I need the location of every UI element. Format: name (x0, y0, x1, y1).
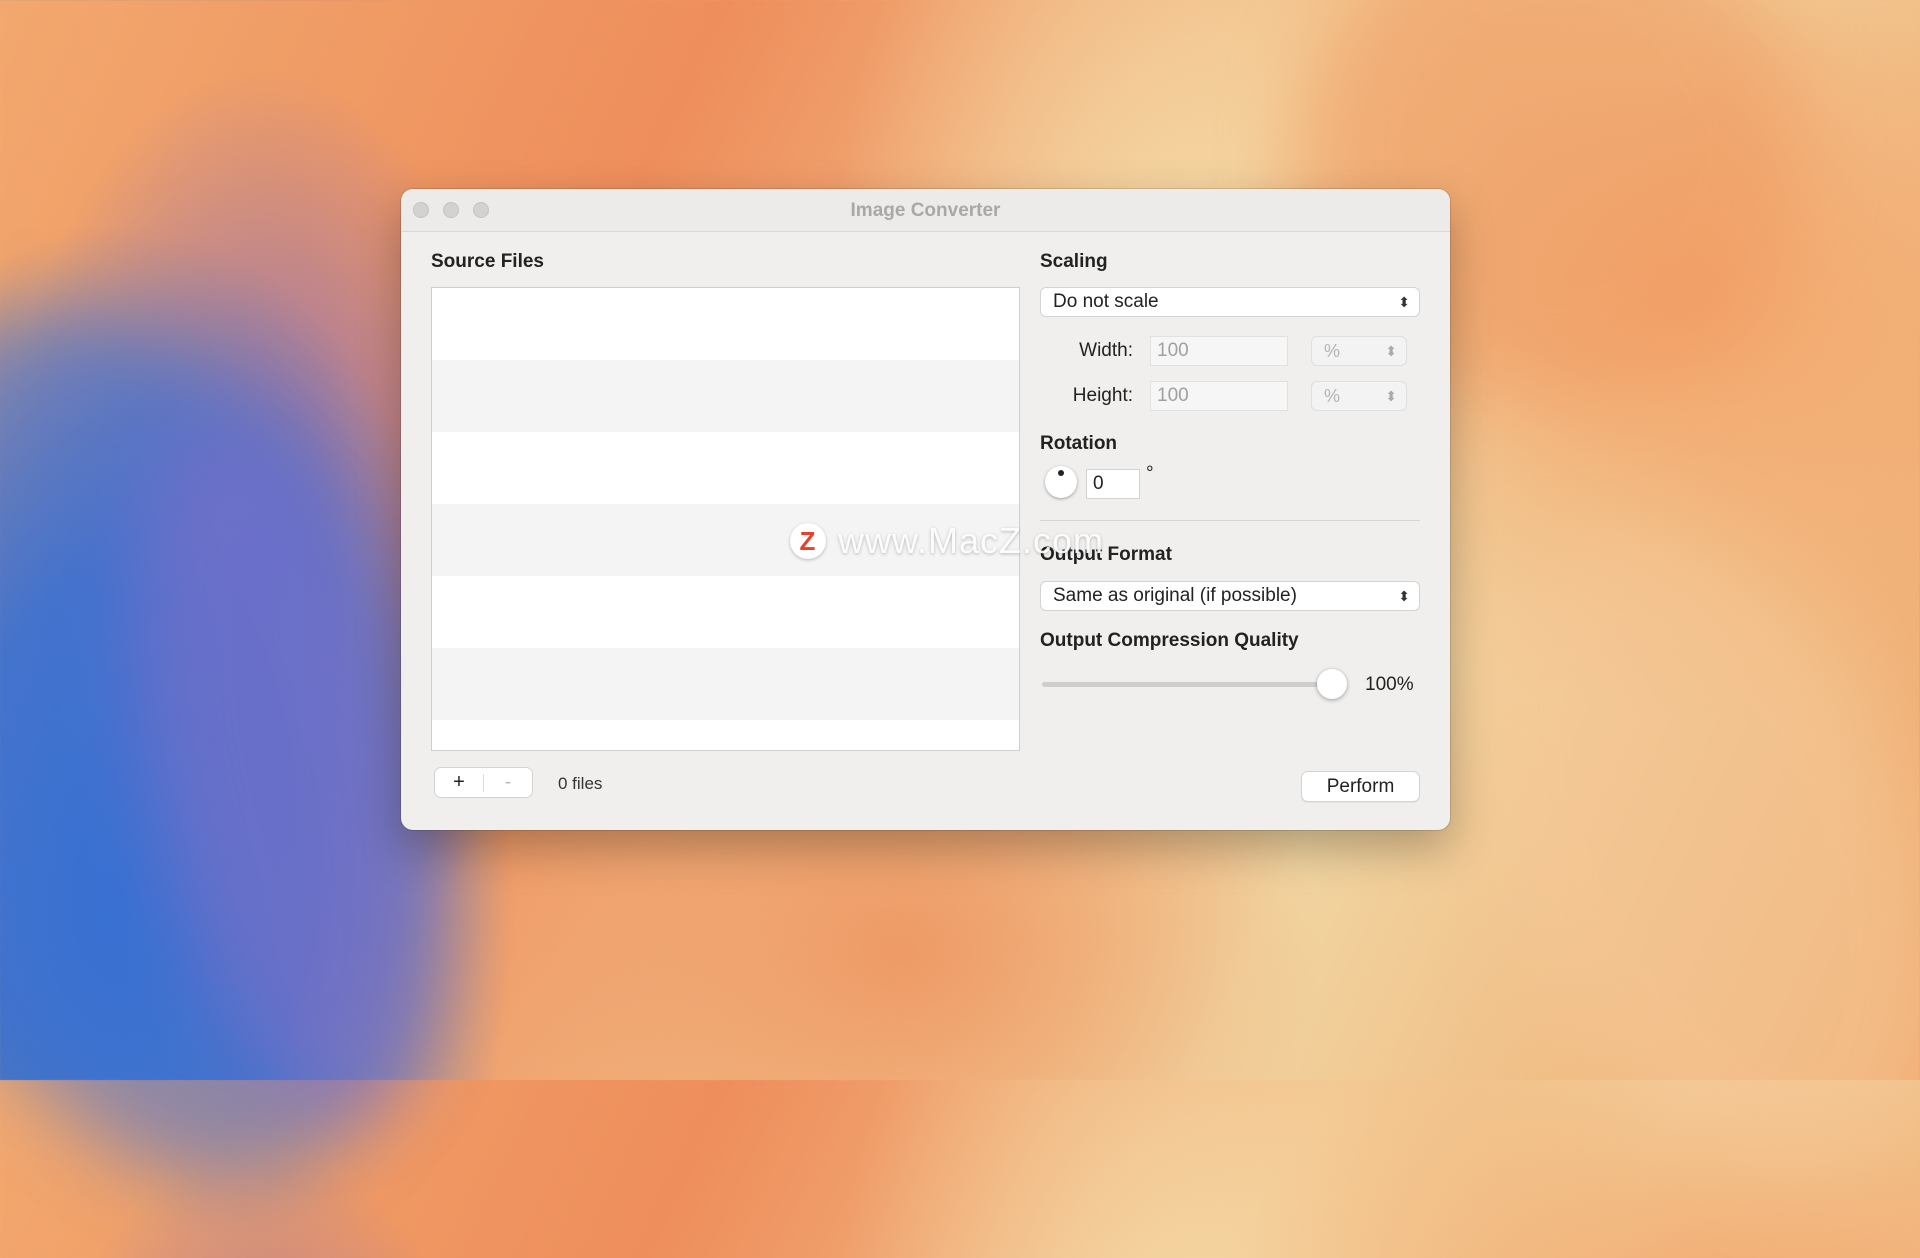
remove-file-button[interactable]: - (484, 768, 532, 797)
degree-symbol: ° (1146, 463, 1154, 484)
source-files-heading: Source Files (431, 251, 544, 272)
rotation-dial-icon[interactable] (1045, 466, 1077, 498)
dial-indicator (1058, 470, 1064, 476)
add-file-button[interactable]: + (435, 768, 483, 797)
output-format-popup[interactable]: Same as original (if possible) ⬍ (1040, 581, 1420, 611)
width-label: Width: (1079, 340, 1133, 361)
chevron-updown-icon: ⬍ (1398, 294, 1410, 310)
chevron-updown-icon: ⬍ (1398, 588, 1410, 604)
title-bar[interactable]: Image Converter (401, 189, 1450, 232)
list-row (432, 720, 1019, 750)
height-field[interactable]: 100 (1150, 381, 1288, 411)
window-title: Image Converter (850, 200, 1001, 221)
height-label: Height: (1072, 385, 1133, 406)
scaling-mode-value: Do not scale (1053, 291, 1159, 312)
wallpaper-cream-band (1371, 444, 1920, 1256)
list-row (432, 432, 1019, 504)
watermark: Z www.MacZ.com (790, 520, 1104, 562)
image-converter-window: Image Converter Source Files + - 0 files… (401, 189, 1450, 830)
list-row (432, 360, 1019, 432)
chevron-updown-icon: ⬍ (1385, 343, 1397, 359)
quality-slider-thumb[interactable] (1317, 669, 1347, 699)
watermark-text: www.MacZ.com (838, 520, 1105, 561)
scaling-heading: Scaling (1040, 251, 1108, 272)
list-row (432, 288, 1019, 360)
height-unit-popup[interactable]: % ⬍ (1311, 381, 1407, 411)
macz-logo-icon: Z (790, 523, 826, 559)
width-unit-value: % (1324, 341, 1341, 361)
width-field[interactable]: 100 (1150, 336, 1288, 366)
quality-slider-track[interactable] (1042, 682, 1332, 687)
chevron-updown-icon: ⬍ (1385, 388, 1397, 404)
list-row (432, 576, 1019, 648)
rotation-heading: Rotation (1040, 433, 1118, 454)
compression-quality-heading: Output Compression Quality (1040, 630, 1299, 651)
quality-slider-fill (1042, 682, 1332, 687)
scaling-mode-popup[interactable]: Do not scale ⬍ (1040, 287, 1420, 317)
perform-button[interactable]: Perform (1301, 771, 1420, 802)
source-files-list[interactable] (431, 287, 1020, 751)
rotation-field[interactable]: 0 (1086, 469, 1140, 499)
output-format-value: Same as original (if possible) (1053, 585, 1297, 606)
height-unit-value: % (1324, 386, 1341, 406)
quality-percent-label: 100% (1365, 674, 1414, 695)
file-count-label: 0 files (558, 774, 603, 793)
width-unit-popup[interactable]: % ⬍ (1311, 336, 1407, 366)
add-remove-control: + - (434, 767, 533, 798)
list-row (432, 648, 1019, 720)
